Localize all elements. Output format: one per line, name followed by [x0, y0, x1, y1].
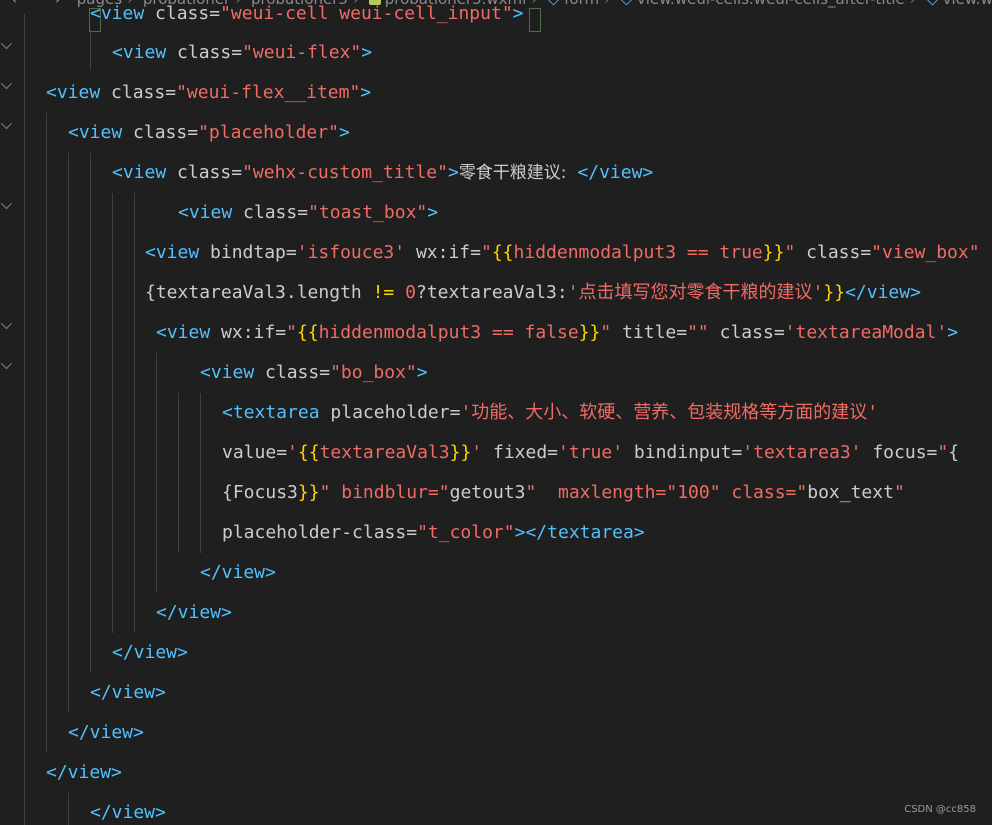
code-line-text: <view class="placeholder">	[68, 122, 350, 143]
indent-guide	[24, 14, 25, 825]
indent-guide	[68, 153, 69, 713]
code-line[interactable]: </view>	[46, 753, 122, 793]
code-line[interactable]: <view class="wehx-custom_title">零食干粮建议: …	[112, 153, 653, 193]
code-line[interactable]: <view class="bo_box">	[200, 353, 428, 393]
indent-guide	[156, 353, 157, 593]
code-line[interactable]: <view class="placeholder">	[68, 113, 350, 153]
code-line[interactable]: <view wx:if="{{hiddenmodalput3 == false}…	[156, 313, 958, 353]
code-line[interactable]: </view>	[90, 793, 166, 825]
indent-guide	[134, 193, 135, 633]
code-line-text: </view>	[90, 802, 166, 823]
indent-guide	[68, 793, 69, 825]
watermark: CSDN @cc858	[904, 804, 976, 815]
code-line[interactable]: placeholder-class="t_color"></textarea>	[222, 513, 645, 553]
editor-gutter	[0, 0, 22, 825]
code-line-text: </view>	[200, 562, 276, 583]
indent-guide	[90, 153, 91, 673]
fold-chevron-icon[interactable]	[1, 198, 12, 209]
code-line[interactable]: </view>	[156, 593, 232, 633]
code-line[interactable]: <view class="weui-cell weui-cell_input">	[90, 0, 524, 34]
code-line-text: {textareaVal3.length != 0?textareaVal3:'…	[145, 282, 921, 303]
code-line-text: <view class="bo_box">	[200, 362, 428, 383]
fold-chevron-icon[interactable]	[1, 78, 12, 89]
code-line-text: <view class="toast_box">	[178, 202, 439, 223]
code-line-text: <view bindtap='isfouce3' wx:if="{{hidden…	[145, 242, 980, 263]
code-line-text: <view class="weui-cell weui-cell_input">	[90, 3, 524, 24]
code-line-text: </view>	[46, 762, 122, 783]
code-line-text: placeholder-class="t_color"></textarea>	[222, 522, 645, 543]
indent-guide	[46, 113, 47, 753]
code-line-text: </view>	[68, 722, 144, 743]
fold-chevron-icon[interactable]	[1, 118, 12, 129]
code-line[interactable]: {textareaVal3.length != 0?textareaVal3:'…	[145, 273, 921, 313]
fold-chevron-icon[interactable]	[1, 38, 12, 49]
code-line[interactable]: <view class="weui-flex">	[112, 33, 372, 73]
code-line[interactable]: </view>	[68, 713, 144, 753]
indent-guide	[90, 30, 91, 70]
code-line[interactable]: <view class="weui-flex__item">	[46, 73, 371, 113]
code-line-text: <view class="wehx-custom_title">零食干粮建议: …	[112, 162, 654, 183]
code-line[interactable]: value='{{textareaVal3}}' fixed='true' bi…	[222, 433, 959, 473]
code-line-text: <textarea placeholder='功能、大小、软硬、营养、包装规格等…	[222, 402, 879, 423]
code-line[interactable]: <view class="toast_box">	[178, 193, 438, 233]
code-line[interactable]: <textarea placeholder='功能、大小、软硬、营养、包装规格等…	[222, 393, 878, 433]
code-line[interactable]: </view>	[200, 553, 276, 593]
code-line-text: <view wx:if="{{hiddenmodalput3 == false}…	[156, 322, 959, 343]
code-line[interactable]: <view bindtap='isfouce3' wx:if="{{hidden…	[145, 233, 980, 273]
code-line-text: <view class="weui-flex__item">	[46, 82, 372, 103]
indent-guide	[200, 393, 201, 553]
bracket-match-highlight	[529, 8, 541, 32]
code-line-text: {Focus3}}" bindblur="getout3" maxlength=…	[222, 482, 905, 503]
code-line[interactable]: {Focus3}}" bindblur="getout3" maxlength=…	[222, 473, 905, 513]
code-line-text: </view>	[156, 602, 232, 623]
code-line-text: </view>	[112, 642, 188, 663]
indent-guide	[112, 193, 113, 633]
code-line-text: value='{{textareaVal3}}' fixed='true' bi…	[222, 442, 960, 463]
code-line-text: </view>	[90, 682, 166, 703]
fold-chevron-icon[interactable]	[1, 358, 12, 369]
code-editor[interactable]: <view class="weui-cell weui-cell_input">…	[0, 0, 992, 825]
code-line[interactable]: </view>	[112, 633, 188, 673]
indent-guide	[178, 393, 179, 553]
code-line-text: <view class="weui-flex">	[112, 42, 373, 63]
fold-chevron-icon[interactable]	[1, 318, 12, 329]
code-line[interactable]: </view>	[90, 673, 166, 713]
